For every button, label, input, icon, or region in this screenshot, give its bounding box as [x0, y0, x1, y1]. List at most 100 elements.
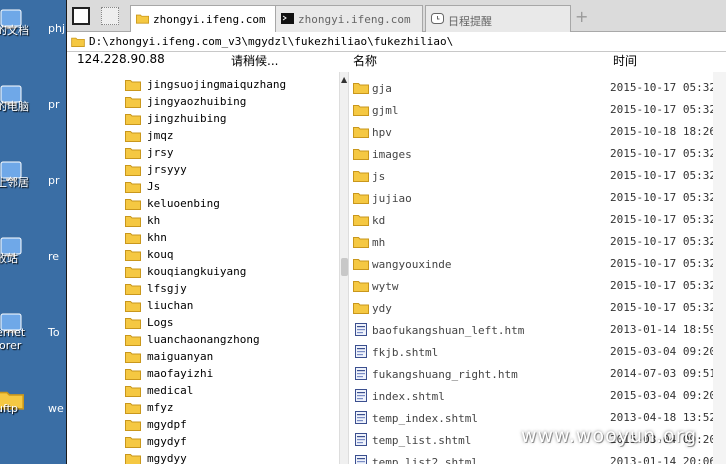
item-name: wytw	[372, 280, 399, 293]
folder-row[interactable]: jujiao 2015-10-17 05:32:46	[349, 187, 726, 209]
tree-folder-item[interactable]: medical	[125, 382, 193, 399]
tree-folder-label: jingyaozhuibing	[147, 95, 247, 108]
folder-row[interactable]: js 2015-10-17 05:32:46	[349, 165, 726, 187]
tab-3[interactable]: 日程提醒	[425, 5, 571, 32]
tree-folder-label: kouqiangkuiyang	[147, 265, 247, 278]
file-row[interactable]: temp_list2.shtml 2013-01-14 20:06:10	[349, 451, 726, 464]
folder-icon	[353, 279, 369, 292]
new-tab-button[interactable]: +	[575, 7, 588, 26]
item-name: images	[372, 148, 412, 161]
item-name: temp_list2.shtml	[372, 456, 478, 464]
file-row[interactable]: fukangshuang_right.htm 2014-07-03 09:51:1…	[349, 363, 726, 385]
item-modified-time: 2013-04-18 13:52:59	[610, 411, 726, 424]
file-row[interactable]: baofukangshuan_left.htm 2013-01-14 18:59:…	[349, 319, 726, 341]
tree-folder-label: liuchan	[147, 299, 194, 312]
tree-folder-item[interactable]: lfsgjy	[125, 280, 187, 297]
tree-folder-label: Js	[147, 180, 161, 193]
desktop-icon[interactable]: uftp we	[0, 380, 66, 456]
server-ip: 124.228.90.88	[77, 52, 165, 66]
scroll-thumb[interactable]	[341, 258, 348, 276]
grid-view-icon[interactable]	[101, 7, 119, 25]
tree-folder-label: keluoenbing	[147, 197, 220, 210]
tree-folder-item[interactable]: jmqz	[125, 127, 174, 144]
folder-row[interactable]: mh 2015-10-17 05:32:46	[349, 231, 726, 253]
desktop-icon[interactable]: 的电脑 pr	[0, 76, 66, 152]
tree-folder-item[interactable]: jingyaozhuibing	[125, 93, 246, 110]
tree-folder-label: mgydyy	[147, 452, 187, 464]
item-modified-time: 2015-10-17 05:32:45	[610, 103, 726, 116]
tree-folder-label: mfyz	[147, 401, 174, 414]
tree-folder-item[interactable]: mfyz	[125, 399, 174, 416]
tab-2[interactable]: zhongyi.ifeng.com	[275, 5, 423, 32]
scroll-up-icon[interactable]: ▲	[341, 75, 347, 84]
tree-folder-item[interactable]: maofayizhi	[125, 365, 213, 382]
item-name: gjml	[372, 104, 399, 117]
tree-folder-item[interactable]: keluoenbing	[125, 195, 220, 212]
item-modified-time: 2015-10-17 05:32:46	[610, 191, 726, 204]
tree-folder-item[interactable]: mgydpf	[125, 416, 187, 433]
desktop-icon[interactable]: 收站 re	[0, 228, 66, 304]
desktop-icon-label-2: pr	[48, 174, 60, 187]
tree-folder-item[interactable]: khn	[125, 229, 167, 246]
desktop-icon[interactable]: 的文档 phj	[0, 0, 66, 76]
tree-folder-label: medical	[147, 384, 194, 397]
panel-toggle-icon[interactable]	[72, 7, 90, 25]
folder-row[interactable]: images 2015-10-17 05:32:46	[349, 143, 726, 165]
folder-icon	[125, 367, 141, 380]
file-icon	[353, 455, 369, 464]
folder-icon	[353, 213, 369, 226]
folder-row[interactable]: hpv 2015-10-18 18:26:03	[349, 121, 726, 143]
file-icon	[353, 389, 369, 402]
file-icon	[353, 367, 369, 380]
file-row[interactable]: index.shtml 2015-03-04 09:20:49	[349, 385, 726, 407]
file-row[interactable]: fkjb.shtml 2015-03-04 09:20:49	[349, 341, 726, 363]
column-header-time[interactable]: 时间	[613, 52, 637, 72]
tree-folder-item[interactable]: jrsy	[125, 144, 174, 161]
desktop-icon-label-2: To	[48, 326, 60, 339]
column-header-name[interactable]: 名称	[353, 52, 377, 72]
tree-folder-item[interactable]: mgydyy	[125, 450, 187, 464]
folder-row[interactable]: gja 2015-10-17 05:32:44	[349, 77, 726, 99]
file-list-scrollbar[interactable]	[713, 72, 726, 464]
item-name: mh	[372, 236, 386, 249]
folder-icon	[353, 81, 369, 94]
desktop-icon[interactable]: ernet lorer To	[0, 304, 66, 380]
tree-folder-item[interactable]: maiguanyan	[125, 348, 213, 365]
folder-icon	[125, 197, 141, 210]
address-bar[interactable]: D:\zhongyi.ifeng.com_v3\mgydzl\fukezhili…	[67, 32, 726, 52]
tree-folder-item[interactable]: kh	[125, 212, 160, 229]
desktop: 的文档 phj 的电脑 pr 上邻居 pr 收站 re ernet lorer To uftp we	[0, 0, 66, 464]
folder-row[interactable]: kd 2015-10-17 05:32:46	[349, 209, 726, 231]
tree-folder-item[interactable]: Js	[125, 178, 160, 195]
folder-row[interactable]: wytw 2015-10-17 05:32:47	[349, 275, 726, 297]
tree-folder-label: luanchaonangzhong	[147, 333, 260, 346]
item-modified-time: 2015-03-04 09:20:49	[610, 389, 726, 402]
folder-icon	[353, 257, 369, 270]
tree-folder-item[interactable]: Logs	[125, 314, 174, 331]
folder-row[interactable]: gjml 2015-10-17 05:32:45	[349, 99, 726, 121]
tree-folder-label: kouq	[147, 248, 174, 261]
folder-icon	[125, 146, 141, 159]
tree-folder-item[interactable]: jrsyyy	[125, 161, 187, 178]
address-path: D:\zhongyi.ifeng.com_v3\mgydzl\fukezhili…	[89, 35, 454, 48]
folder-icon	[125, 129, 141, 142]
tree-folder-item[interactable]: jingsuojingmaiquzhang	[125, 76, 286, 93]
tree-scrollbar[interactable]: ▲	[339, 72, 349, 464]
tree-folder-label: mgydyf	[147, 435, 187, 448]
folder-icon	[125, 231, 141, 244]
file-icon	[353, 323, 369, 336]
tree-folder-item[interactable]: jingzhuibing	[125, 110, 226, 127]
tree-folder-item[interactable]: liuchan	[125, 297, 193, 314]
folder-icon	[353, 169, 369, 182]
tree-folder-item[interactable]: kouq	[125, 246, 174, 263]
item-name: temp_index.shtml	[372, 412, 478, 425]
item-name: fukangshuang_right.htm	[372, 368, 518, 381]
item-modified-time: 2013-01-14 18:59:20	[610, 323, 726, 336]
tree-folder-item[interactable]: mgydyf	[125, 433, 187, 450]
folder-row[interactable]: wangyouxinde 2015-10-17 05:32:46	[349, 253, 726, 275]
folder-row[interactable]: ydy 2015-10-17 05:32:48	[349, 297, 726, 319]
desktop-icon[interactable]: 上邻居 pr	[0, 152, 66, 228]
tree-folder-item[interactable]: luanchaonangzhong	[125, 331, 260, 348]
folder-icon	[125, 299, 141, 312]
tree-folder-item[interactable]: kouqiangkuiyang	[125, 263, 246, 280]
